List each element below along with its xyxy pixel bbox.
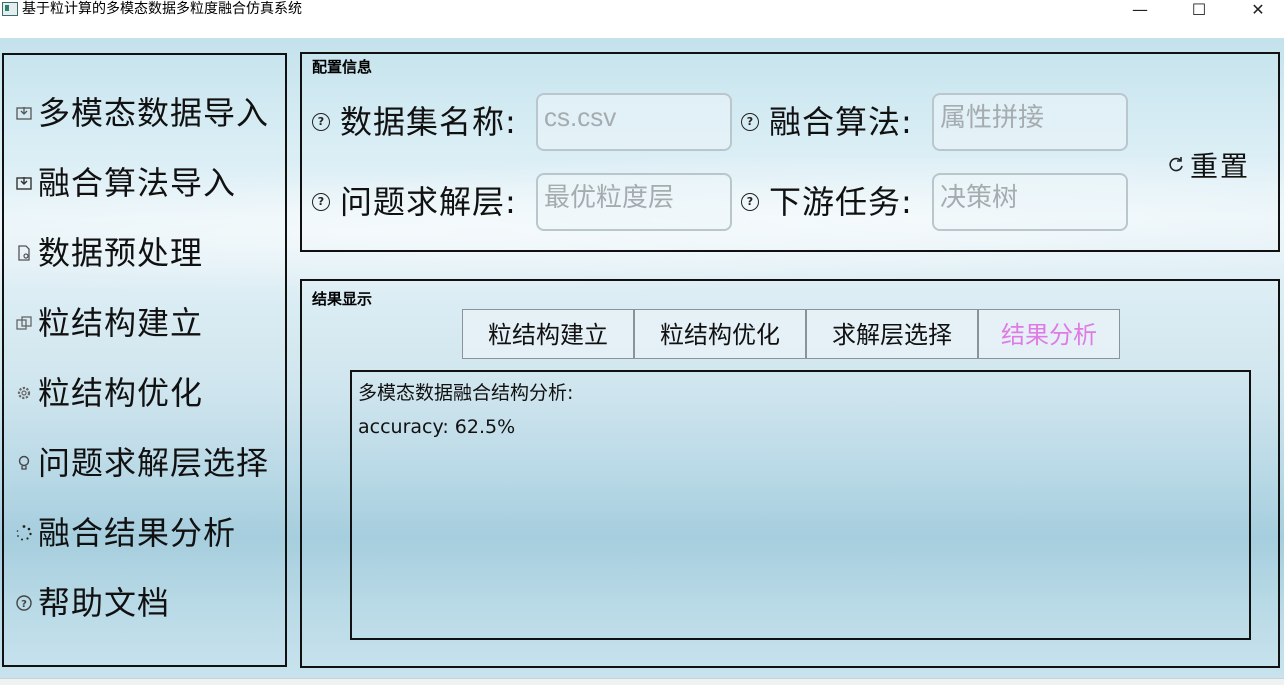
refresh-icon xyxy=(1166,155,1186,175)
dataset-label: ? 数据集名称: xyxy=(312,100,517,141)
task-label: ? 下游任务: xyxy=(741,180,913,221)
help-icon[interactable]: ? xyxy=(312,113,330,131)
file-settings-icon xyxy=(14,243,34,263)
app-icon xyxy=(2,2,18,16)
reset-label: 重置 xyxy=(1190,150,1251,183)
algorithm-input[interactable]: 属性拼接 xyxy=(932,93,1128,151)
nav-label: 融合结果分析 xyxy=(38,514,237,552)
help-icon[interactable]: ? xyxy=(741,193,759,211)
algorithm-label: ? 融合算法: xyxy=(741,100,913,141)
accuracy-text: accuracy: 62.5% xyxy=(358,416,516,438)
loading-icon xyxy=(14,523,34,543)
nav-label: 粒结构优化 xyxy=(38,374,204,412)
result-heading: 多模态数据融合结构分析: xyxy=(358,382,574,404)
nav-item-help-docs[interactable]: ? 帮助文档 xyxy=(14,583,170,623)
layer-label: ? 问题求解层: xyxy=(312,180,517,221)
tab-structure-optimize[interactable]: 粒结构优化 xyxy=(634,309,806,359)
import-data-icon xyxy=(14,103,34,123)
dataset-input[interactable]: cs.csv xyxy=(536,93,732,151)
nav-item-algorithm-import[interactable]: 融合算法导入 xyxy=(14,163,236,203)
results-group-title: 结果显示 xyxy=(312,290,373,308)
tab-structure-build[interactable]: 粒结构建立 xyxy=(462,309,634,359)
layer-input[interactable]: 最优粒度层 xyxy=(536,173,732,231)
bulb-icon xyxy=(14,453,34,473)
config-group-title: 配置信息 xyxy=(312,58,373,76)
close-button[interactable]: ✕ xyxy=(1235,0,1281,20)
tab-result-analysis[interactable]: 结果分析 xyxy=(978,309,1120,359)
help-icon[interactable]: ? xyxy=(312,193,330,211)
nav-label: 融合算法导入 xyxy=(38,164,237,202)
nav-item-multimodal-import[interactable]: 多模态数据导入 xyxy=(14,93,269,133)
window-title: 基于粒计算的多模态数据多粒度融合仿真系统 xyxy=(22,1,302,17)
title-bar: 基于粒计算的多模态数据多粒度融合仿真系统 — ☐ ✕ xyxy=(0,0,1284,30)
structure-icon xyxy=(14,313,34,333)
nav-label: 多模态数据导入 xyxy=(38,94,270,132)
maximize-button[interactable]: ☐ xyxy=(1176,0,1222,20)
gear-icon xyxy=(14,383,34,403)
sidebar: 多模态数据导入 融合算法导入 数据预处理 粒结构建立 粒结构优化 问题求解层选择 xyxy=(2,53,287,667)
result-output-panel: 多模态数据融合结构分析: accuracy: 62.5% xyxy=(350,370,1251,640)
help-icon: ? xyxy=(14,593,34,613)
minimize-button[interactable]: — xyxy=(1117,0,1163,20)
nav-item-structure-build[interactable]: 粒结构建立 xyxy=(14,303,203,343)
nav-label: 问题求解层选择 xyxy=(38,444,270,482)
nav-label: 数据预处理 xyxy=(38,234,204,272)
nav-item-layer-select[interactable]: 问题求解层选择 xyxy=(14,443,269,483)
task-input[interactable]: 决策树 xyxy=(932,173,1128,231)
import-algorithm-icon xyxy=(14,173,34,193)
nav-item-preprocessing[interactable]: 数据预处理 xyxy=(14,233,203,273)
reset-button[interactable]: 重置 xyxy=(1166,145,1250,185)
nav-item-result-analysis[interactable]: 融合结果分析 xyxy=(14,513,236,553)
nav-item-structure-optimize[interactable]: 粒结构优化 xyxy=(14,373,203,413)
svg-text:?: ? xyxy=(21,599,27,610)
tab-layer-select[interactable]: 求解层选择 xyxy=(806,309,978,359)
nav-label: 粒结构建立 xyxy=(38,304,204,342)
help-icon[interactable]: ? xyxy=(741,113,759,131)
nav-label: 帮助文档 xyxy=(38,584,171,622)
